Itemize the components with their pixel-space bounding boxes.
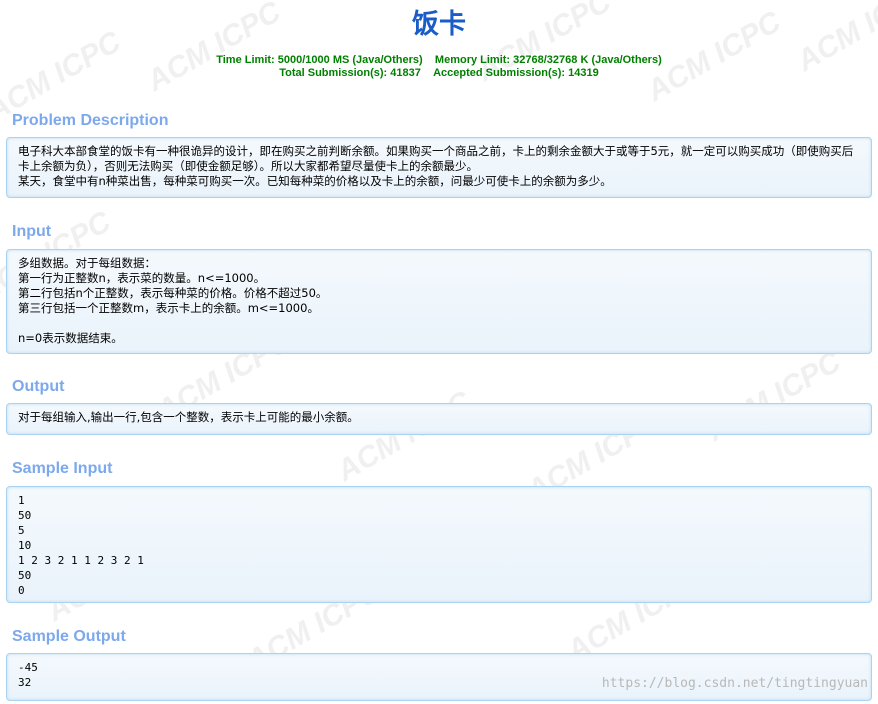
sample-input-heading: Sample Input (12, 460, 113, 477)
input-panel: 多组数据。对于每组数据： 第一行为正整数n，表示菜的数量。n<=1000。 第二… (6, 249, 872, 354)
input-text: 多组数据。对于每组数据： 第一行为正整数n，表示菜的数量。n<=1000。 第二… (18, 256, 328, 345)
output-panel: 对于每组输入,输出一行,包含一个整数，表示卡上可能的最小余额。 (6, 403, 872, 435)
blog-url-watermark: https://blog.csdn.net/tingtingyuan (601, 676, 868, 691)
sample-input-panel: 1 50 5 10 1 2 3 2 1 1 2 3 2 1 50 0 (6, 486, 872, 603)
output-text: 对于每组输入,输出一行,包含一个整数，表示卡上可能的最小余额。 (18, 410, 359, 424)
description-panel: 电子科大本部食堂的饭卡有一种很诡异的设计，即在购买之前判断余额。如果购买一个商品… (6, 137, 872, 198)
description-text: 电子科大本部食堂的饭卡有一种很诡异的设计，即在购买之前判断余额。如果购买一个商品… (18, 144, 854, 188)
output-heading: Output (12, 378, 65, 395)
problem-limits: Time Limit: 5000/1000 MS (Java/Others) M… (0, 54, 878, 80)
memory-limit: Memory Limit: 32768/32768 K (Java/Others… (434, 54, 662, 66)
watermark-logo: ACM ICPC (331, 385, 477, 488)
problem-title: 饭卡 (412, 9, 466, 40)
sample-output-heading: Sample Output (12, 628, 126, 645)
description-heading: Problem Description (12, 112, 169, 129)
input-heading: Input (12, 223, 52, 240)
total-submissions: Total Submission(s): 41837 (279, 67, 421, 79)
sample-input-text: 1 50 5 10 1 2 3 2 1 1 2 3 2 1 50 0 (18, 494, 144, 597)
time-limit: Time Limit: 5000/1000 MS (Java/Others) (216, 54, 423, 66)
accepted-submissions: Accepted Submission(s): 14319 (433, 67, 599, 79)
